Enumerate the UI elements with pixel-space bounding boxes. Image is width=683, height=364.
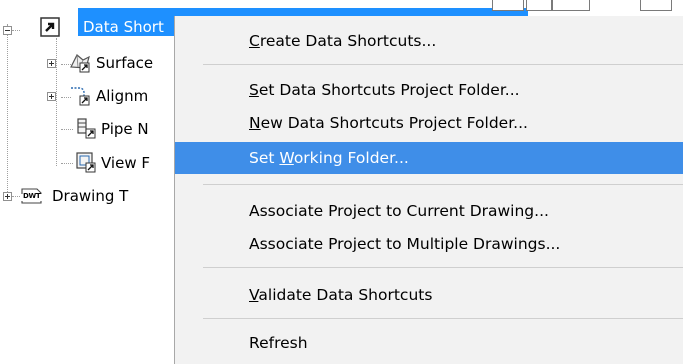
toolbar-fragment [492,0,524,11]
dwt-icon-text: DWT [23,192,41,200]
alignment-icon [69,84,90,106]
menu-item-set-project-folder[interactable]: Set Data Shortcuts Project Folder... [175,75,683,106]
data-shortcuts-icon [40,17,60,37]
menu-item-validate-data-shortcuts[interactable]: Validate Data Shortcuts [175,280,683,311]
expand-toggle-icon[interactable] [47,92,56,101]
menu-separator [203,184,683,185]
tree-item-label: Pipe N [101,120,149,138]
menu-separator [203,318,683,319]
toolbar-fragment [640,0,672,11]
tree-item-alignments[interactable]: Alignm [0,81,180,111]
tree-item-label: Surface [96,54,154,72]
menu-item-create-data-shortcuts[interactable]: Create Data Shortcuts... [175,26,683,57]
menu-item-associate-current-drawing[interactable]: Associate Project to Current Drawing... [175,196,683,227]
drawing-template-icon: DWT [19,187,45,205]
view-frame-icon [75,151,96,173]
menu-item-refresh[interactable]: Refresh [175,328,683,359]
pipe-network-icon [75,117,96,139]
tree-item-view-frame-groups[interactable]: View F [0,148,180,178]
tree-item-drawing-templates[interactable]: DWT Drawing T [0,181,180,211]
prospector-tree: Data Short Surface Alignm Pipe N View F … [0,0,528,364]
tree-item-label: Data Short [83,18,164,36]
toolbar-fragment [552,0,590,11]
menu-item-set-working-folder[interactable]: Set Working Folder... [175,142,683,174]
menu-item-new-project-folder[interactable]: New Data Shortcuts Project Folder... [175,108,683,139]
menu-separator [203,64,683,65]
menu-item-associate-multiple-drawings[interactable]: Associate Project to Multiple Drawings..… [175,229,683,260]
tree-item-data-shortcuts[interactable]: Data Short [0,14,180,44]
tree-item-label: View F [101,154,150,172]
tree-item-surfaces[interactable]: Surface [0,48,180,78]
collapse-toggle-icon[interactable] [3,26,12,35]
tree-item-pipe-networks[interactable]: Pipe N [0,114,180,144]
surface-icon [69,51,90,73]
expand-toggle-icon[interactable] [3,192,12,201]
tree-item-label: Drawing T [52,187,129,205]
expand-toggle-icon[interactable] [47,59,56,68]
context-menu: Create Data Shortcuts... Set Data Shortc… [174,16,683,364]
toolbar-fragment [526,0,552,11]
tree-item-label: Alignm [96,87,149,105]
menu-separator [203,267,683,268]
